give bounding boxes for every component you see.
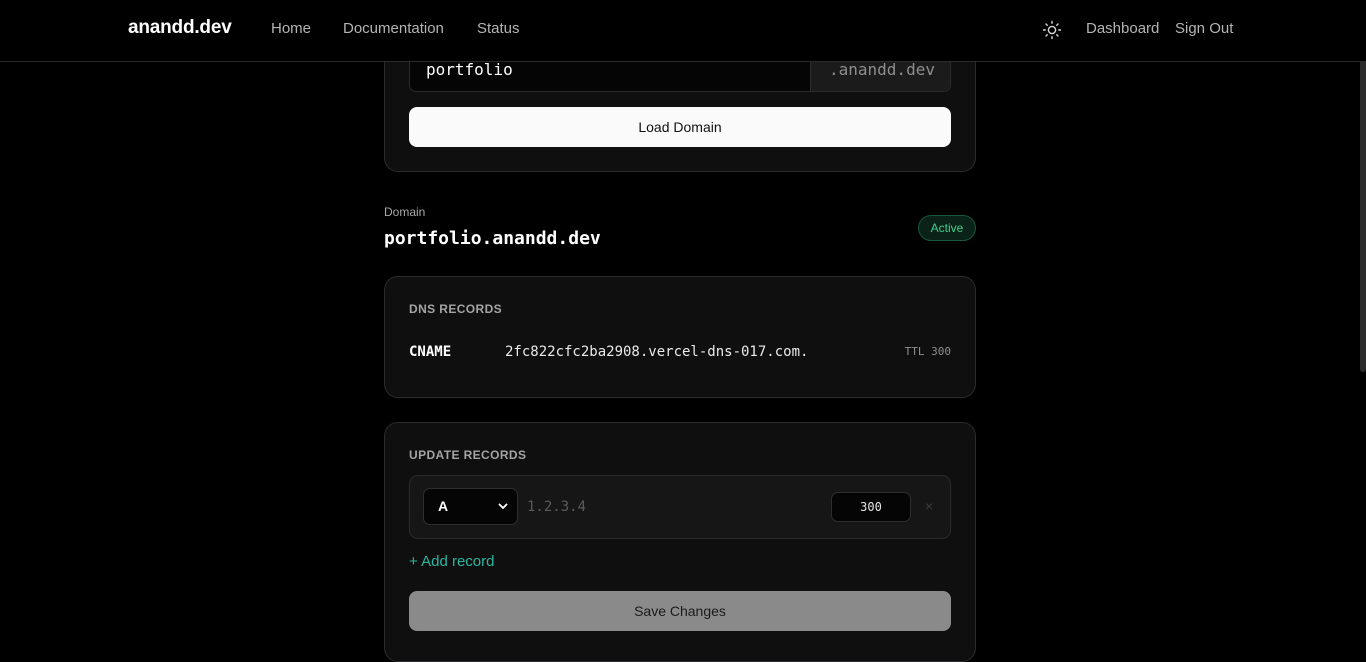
record-edit-row: A 1.2.3.4 300 × [409, 475, 951, 539]
brand-logo[interactable]: anandd.dev [128, 17, 232, 39]
dns-record-value: 2fc822cfc2ba2908.vercel-dns-017.com. [505, 344, 809, 360]
load-domain-button[interactable]: Load Domain [409, 107, 951, 147]
domain-label: Domain [384, 205, 426, 219]
domain-name: portfolio.anandd.dev [384, 228, 601, 249]
nav-home-link[interactable]: Home [271, 20, 311, 37]
chevron-down-icon [498, 503, 508, 509]
top-navbar: anandd.dev Home Documentation Status Das… [0, 0, 1366, 62]
dns-record-type: CNAME [409, 344, 452, 360]
record-type-value: A [438, 498, 449, 514]
status-badge: Active [918, 215, 976, 241]
nav-documentation-link[interactable]: Documentation [343, 20, 444, 37]
record-value-input[interactable]: 1.2.3.4 [527, 499, 586, 515]
update-records-card: UPDATE RECORDS A 1.2.3.4 300 × + Add rec… [384, 422, 976, 662]
update-records-title: UPDATE RECORDS [409, 448, 527, 462]
sign-out-link[interactable]: Sign Out [1175, 20, 1233, 37]
scrollbar-track[interactable] [1360, 0, 1366, 635]
theme-toggle-button[interactable] [1042, 20, 1062, 40]
subdomain-input[interactable]: portfolio [426, 60, 513, 79]
dns-record-ttl: TTL 300 [904, 345, 951, 358]
save-changes-button[interactable]: Save Changes [409, 591, 951, 631]
dns-records-title: DNS RECORDS [409, 302, 503, 316]
nav-status-link[interactable]: Status [477, 20, 520, 37]
remove-record-button[interactable]: × [925, 498, 933, 514]
add-record-button[interactable]: + Add record [409, 553, 494, 570]
sun-icon [1042, 20, 1062, 40]
dns-records-card: DNS RECORDS CNAME 2fc822cfc2ba2908.verce… [384, 276, 976, 398]
record-ttl-input[interactable]: 300 [831, 492, 911, 522]
nav-dashboard-link[interactable]: Dashboard [1086, 20, 1159, 37]
record-type-select[interactable]: A [423, 488, 518, 525]
